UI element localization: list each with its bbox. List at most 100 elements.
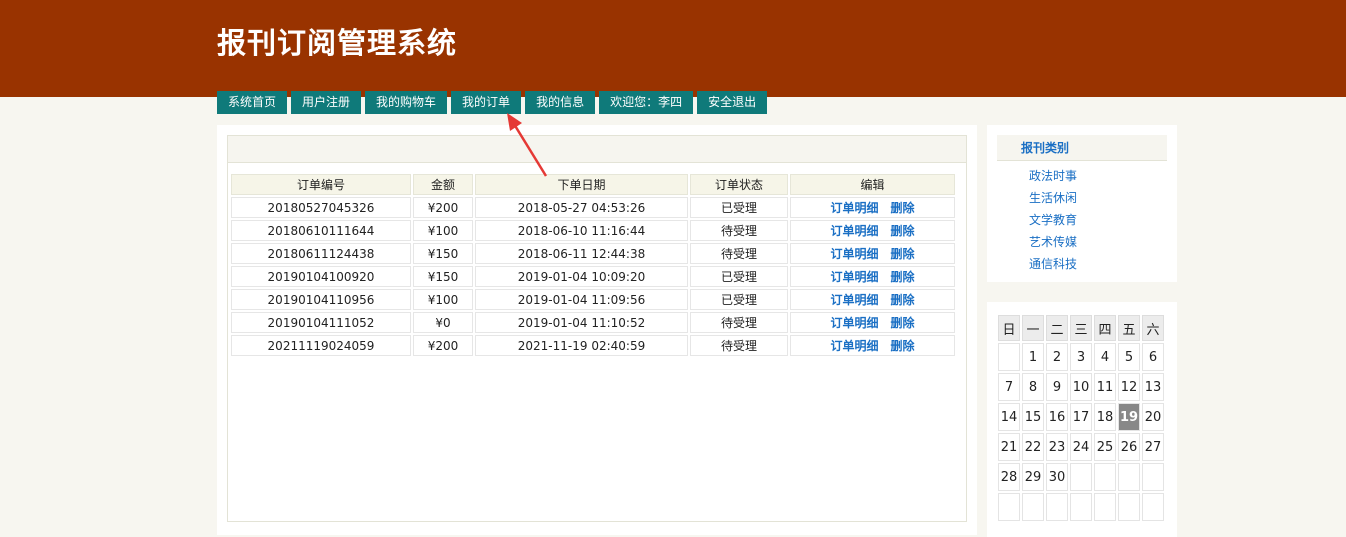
calendar-day[interactable]: 23: [1046, 433, 1068, 461]
order-status-cell: 待受理: [690, 335, 788, 356]
calendar-day[interactable]: 20: [1142, 403, 1164, 431]
calendar-day[interactable]: 4: [1094, 343, 1116, 371]
category-title: 报刊类别: [997, 135, 1167, 161]
table-row: 20190104111052 ¥0 2019-01-04 11:10:52 待受理 订单…: [231, 312, 955, 333]
order-status-cell: 待受理: [690, 220, 788, 241]
nav-logout[interactable]: 安全退出: [697, 91, 768, 114]
table-row: 20190104110956 ¥100 2019-01-04 11:09:56 已受理…: [231, 289, 955, 310]
calendar-day[interactable]: 1: [1022, 343, 1044, 371]
order-detail-link[interactable]: 订单明细: [830, 224, 878, 238]
calendar-day[interactable]: 15: [1022, 403, 1044, 431]
calendar-day[interactable]: 6: [1142, 343, 1164, 371]
order-id-cell: 20180527045326: [231, 197, 411, 218]
col-amount: 金额: [413, 174, 473, 195]
calendar-day: [1094, 493, 1116, 521]
order-delete-link[interactable]: 删除: [891, 339, 915, 353]
table-row: 20190104100920 ¥150 2019-01-04 10:09:20 已受理…: [231, 266, 955, 287]
order-detail-link[interactable]: 订单明细: [830, 201, 878, 215]
calendar-day[interactable]: 22: [1022, 433, 1044, 461]
calendar-day[interactable]: 16: [1046, 403, 1068, 431]
calendar-day[interactable]: 11: [1094, 373, 1116, 401]
order-delete-link[interactable]: 删除: [891, 201, 915, 215]
weekday-label: 二: [1046, 315, 1068, 341]
category-item[interactable]: 生活休闲: [1029, 187, 1077, 209]
calendar-panel: 日 一 二 三 四 五 六 1 2 3 4 5 6 7 8 9 10 11 12 13 14 15 16 17 1…: [987, 302, 1177, 537]
orders-body: 20180527045326 ¥200 2018-05-27 04:53:26 已受理…: [231, 197, 955, 356]
order-delete-link[interactable]: 删除: [891, 270, 915, 284]
calendar-day[interactable]: 12: [1118, 373, 1140, 401]
order-id-cell: 20180611124438: [231, 243, 411, 264]
calendar-day[interactable]: 13: [1142, 373, 1164, 401]
order-amount-cell: ¥100: [413, 220, 473, 241]
category-item[interactable]: 通信科技: [1029, 253, 1077, 275]
order-delete-link[interactable]: 删除: [891, 293, 915, 307]
calendar-day[interactable]: 9: [1046, 373, 1068, 401]
orders-header-row: 订单编号 金额 下单日期 订单状态 编辑: [231, 174, 955, 195]
header-banner: 报刊订阅管理系统: [0, 0, 1346, 97]
order-delete-link[interactable]: 删除: [891, 247, 915, 261]
calendar-day: [1142, 493, 1164, 521]
order-date-cell: 2018-06-11 12:44:38: [475, 243, 688, 264]
calendar-day[interactable]: 5: [1118, 343, 1140, 371]
calendar-day[interactable]: 14: [998, 403, 1020, 431]
calendar-days: 1 2 3 4 5 6 7 8 9 10 11 12 13 14 15 16 17 18 19 20 21 22 23 24 2…: [998, 343, 1164, 521]
nav-cart[interactable]: 我的购物车: [365, 91, 448, 114]
calendar-day: [1022, 493, 1044, 521]
main-nav: 系统首页 用户注册 我的购物车 我的订单 我的信息 欢迎您：李四 安全退出: [217, 91, 771, 114]
order-status-cell: 已受理: [690, 289, 788, 310]
category-item[interactable]: 文学教育: [1029, 209, 1077, 231]
order-actions-cell: 订单明细 删除: [790, 266, 955, 287]
col-edit: 编辑: [790, 174, 955, 195]
order-detail-link[interactable]: 订单明细: [830, 270, 878, 284]
col-order-id: 订单编号: [231, 174, 411, 195]
calendar-day[interactable]: 17: [1070, 403, 1092, 431]
order-delete-link[interactable]: 删除: [891, 224, 915, 238]
calendar-week-row: 21 22 23 24 25 26 27: [998, 433, 1164, 461]
calendar-week-row: 14 15 16 17 18 19 20: [998, 403, 1164, 431]
calendar-day[interactable]: 3: [1070, 343, 1092, 371]
weekday-label: 四: [1094, 315, 1116, 341]
calendar-day[interactable]: 10: [1070, 373, 1092, 401]
category-item[interactable]: 艺术传媒: [1029, 231, 1077, 253]
nav-welcome-user[interactable]: 欢迎您：李四: [599, 91, 694, 114]
nav-home[interactable]: 系统首页: [217, 91, 288, 114]
calendar-day: [1118, 463, 1140, 491]
calendar-day[interactable]: 7: [998, 373, 1020, 401]
order-detail-link[interactable]: 订单明细: [830, 316, 878, 330]
calendar-day-today[interactable]: 19: [1118, 403, 1140, 431]
calendar-day[interactable]: 2: [1046, 343, 1068, 371]
orders-box: 订单编号 金额 下单日期 订单状态 编辑 20180527045326 ¥200 2…: [227, 135, 967, 522]
calendar-day[interactable]: 18: [1094, 403, 1116, 431]
calendar-day[interactable]: 21: [998, 433, 1020, 461]
table-row: 20211119024059 ¥200 2021-11-19 02:40:59 待受理…: [231, 335, 955, 356]
calendar-week-row: 28 29 30: [998, 463, 1164, 491]
calendar-day[interactable]: 29: [1022, 463, 1044, 491]
calendar-day: [1070, 463, 1092, 491]
calendar-day[interactable]: 24: [1070, 433, 1092, 461]
calendar-day: [1142, 463, 1164, 491]
weekday-label: 一: [1022, 315, 1044, 341]
table-row: 20180610111644 ¥100 2018-06-10 11:16:44 待受理…: [231, 220, 955, 241]
orders-box-header: [228, 136, 966, 163]
orders-table: 订单编号 金额 下单日期 订单状态 编辑 20180527045326 ¥200 2…: [229, 172, 957, 358]
table-row: 20180611124438 ¥150 2018-06-11 12:44:38 待受理…: [231, 243, 955, 264]
calendar-day: [998, 493, 1020, 521]
calendar-day[interactable]: 25: [1094, 433, 1116, 461]
order-detail-link[interactable]: 订单明细: [830, 339, 878, 353]
category-item[interactable]: 政法时事: [1029, 165, 1077, 187]
order-actions-cell: 订单明细 删除: [790, 289, 955, 310]
order-date-cell: 2018-06-10 11:16:44: [475, 220, 688, 241]
calendar-day[interactable]: 27: [1142, 433, 1164, 461]
calendar-day[interactable]: 30: [1046, 463, 1068, 491]
order-amount-cell: ¥150: [413, 266, 473, 287]
calendar-day[interactable]: 8: [1022, 373, 1044, 401]
order-detail-link[interactable]: 订单明细: [830, 247, 878, 261]
calendar-day: [1118, 493, 1140, 521]
calendar-day[interactable]: 26: [1118, 433, 1140, 461]
calendar: 日 一 二 三 四 五 六 1 2 3 4 5 6 7 8 9 10 11 12 13 14 15 16 17 1…: [996, 313, 1166, 523]
order-detail-link[interactable]: 订单明细: [830, 293, 878, 307]
order-delete-link[interactable]: 删除: [891, 316, 915, 330]
order-amount-cell: ¥150: [413, 243, 473, 264]
calendar-day[interactable]: 28: [998, 463, 1020, 491]
nav-register[interactable]: 用户注册: [291, 91, 362, 114]
